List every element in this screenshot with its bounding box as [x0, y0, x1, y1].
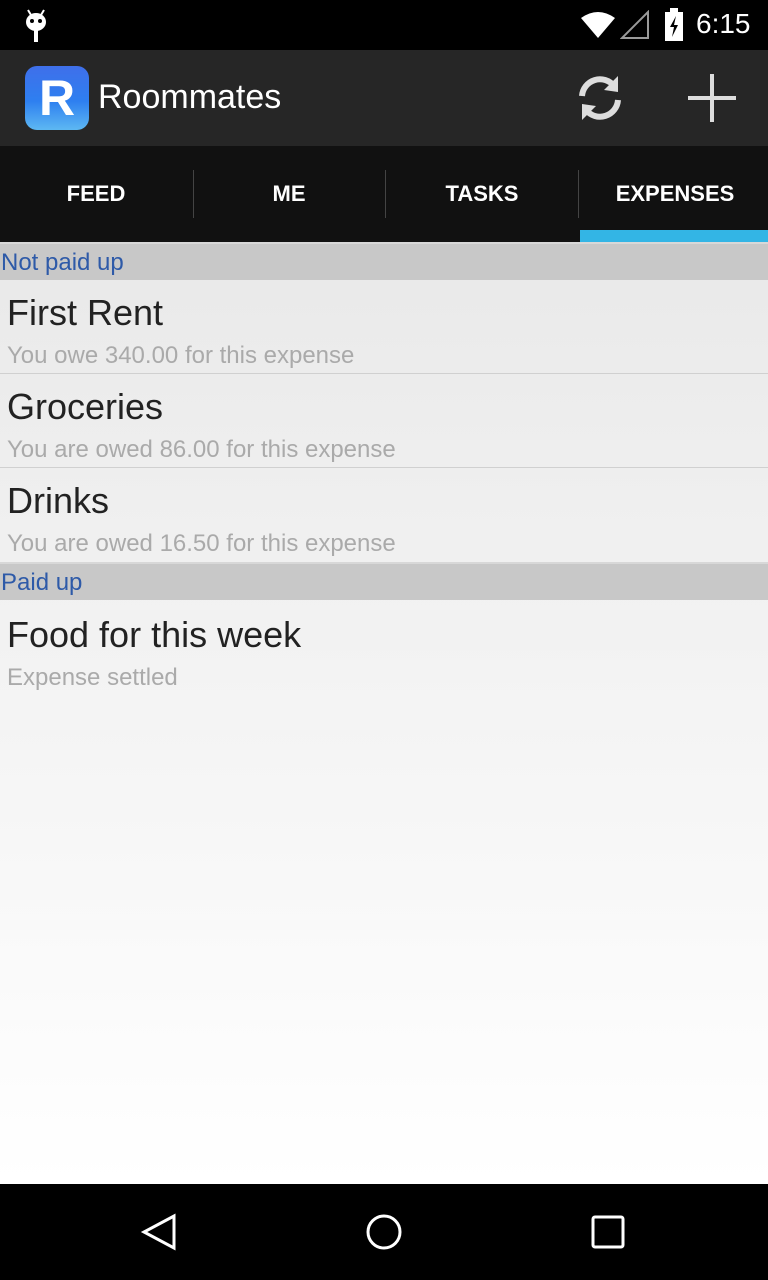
- back-button[interactable]: [140, 1212, 180, 1256]
- app-logo: R: [25, 66, 89, 130]
- navigation-bar: [0, 1184, 768, 1280]
- tab-expenses[interactable]: EXPENSES: [579, 146, 768, 242]
- action-bar: R Roommates: [0, 50, 768, 146]
- list-item[interactable]: Food for this week Expense settled: [0, 602, 768, 696]
- expense-subtitle: You are owed 86.00 for this expense: [7, 436, 396, 463]
- recents-icon: [591, 1215, 625, 1249]
- battery-charging-icon: [664, 8, 684, 46]
- expense-title: Food for this week: [7, 614, 302, 655]
- selected-tab-indicator: [580, 230, 768, 242]
- plus-icon: [688, 74, 736, 122]
- wifi-icon: [580, 10, 616, 44]
- list-item[interactable]: Drinks You are owed 16.50 for this expen…: [0, 468, 768, 562]
- list-item[interactable]: First Rent You owe 340.00 for this expen…: [0, 280, 768, 374]
- status-bar: 6:15: [0, 0, 768, 50]
- expense-list: Not paid up First Rent You owe 340.00 fo…: [0, 242, 768, 1184]
- home-button[interactable]: [364, 1212, 404, 1256]
- recents-button[interactable]: [588, 1212, 628, 1256]
- tab-me[interactable]: ME: [193, 146, 385, 242]
- section-header-paid: Paid up: [0, 562, 768, 600]
- add-button[interactable]: [682, 68, 742, 128]
- android-debug-icon: [22, 8, 50, 46]
- app-title: Roommates: [98, 78, 282, 116]
- status-clock: 6:15: [696, 8, 751, 39]
- section-header-not-paid: Not paid up: [0, 242, 768, 280]
- tab-tasks[interactable]: TASKS: [386, 146, 578, 242]
- cell-signal-icon: [619, 9, 650, 44]
- tab-bar: FEED ME TASKS EXPENSES: [0, 146, 768, 242]
- expense-subtitle: Expense settled: [7, 664, 178, 691]
- expense-title: First Rent: [7, 292, 164, 333]
- expense-title: Drinks: [7, 480, 110, 521]
- tab-feed[interactable]: FEED: [0, 146, 192, 242]
- back-icon: [140, 1213, 176, 1251]
- home-icon: [366, 1214, 402, 1250]
- list-item[interactable]: Groceries You are owed 86.00 for this ex…: [0, 374, 768, 468]
- refresh-button[interactable]: [570, 68, 630, 128]
- expense-subtitle: You are owed 16.50 for this expense: [7, 530, 396, 557]
- expense-title: Groceries: [7, 386, 164, 427]
- expense-subtitle: You owe 340.00 for this expense: [7, 342, 355, 369]
- refresh-icon: [579, 76, 621, 120]
